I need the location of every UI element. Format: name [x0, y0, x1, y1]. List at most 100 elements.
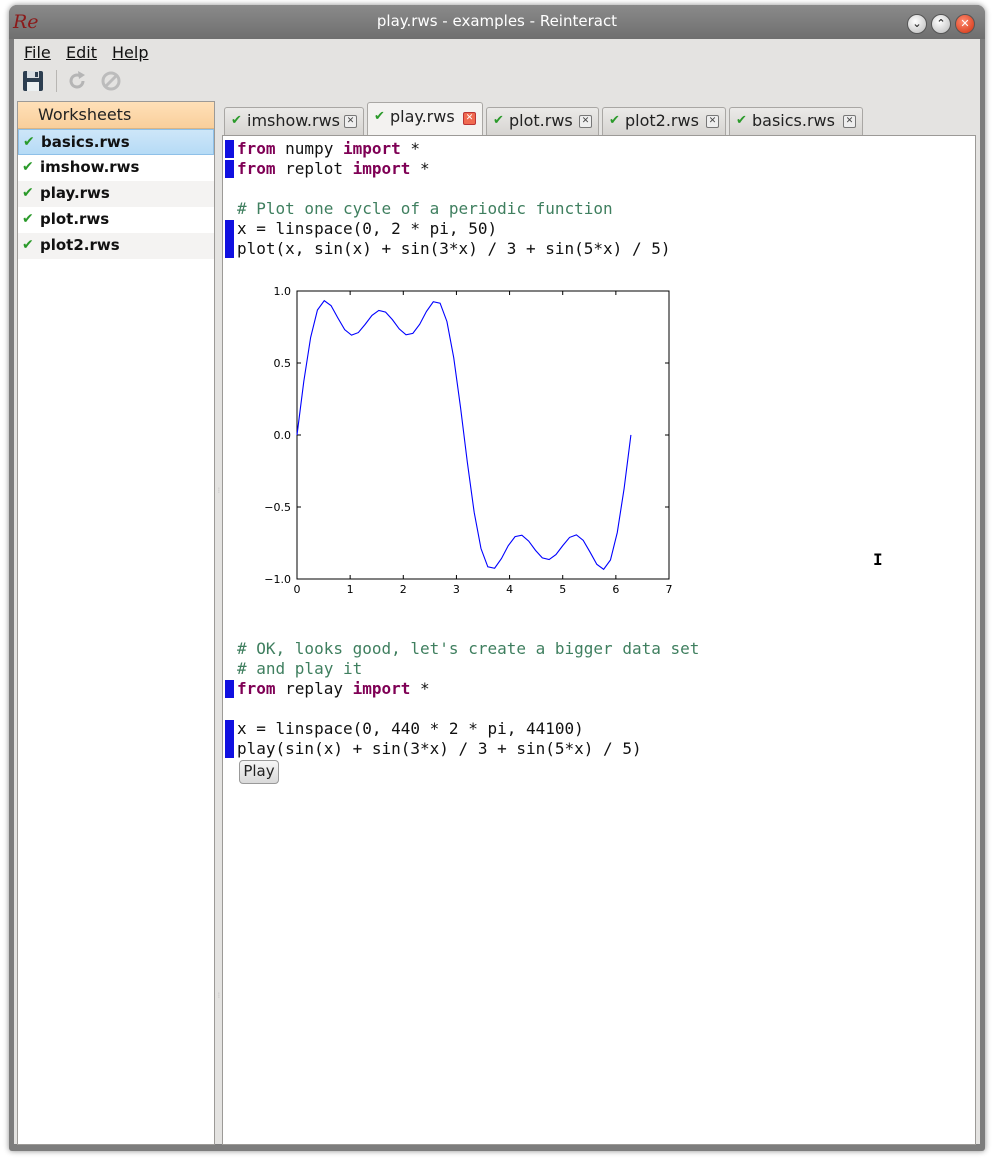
title-bar[interactable]: Re play.rws - examples - Reinteract ⌄ ⌃ … [9, 5, 985, 39]
check-icon: ✔ [22, 185, 34, 201]
play-button[interactable]: Play [239, 760, 279, 784]
statement-marker [225, 140, 234, 158]
code-line[interactable]: from replot import * [237, 159, 430, 179]
window-title: play.rws - examples - Reinteract [376, 12, 618, 30]
keyword: from [237, 139, 276, 158]
code-comment[interactable]: # Plot one cycle of a periodic function [237, 199, 613, 219]
tab-imshow[interactable]: ✔ imshow.rws ✕ [224, 107, 364, 135]
refresh-icon[interactable] [64, 68, 90, 94]
worksheet-item-basics[interactable]: ✔ basics.rws [18, 129, 214, 155]
tab-plot2[interactable]: ✔ plot2.rws ✕ [602, 107, 726, 135]
keyword: import [352, 159, 411, 178]
menu-file-label: File [24, 43, 51, 62]
toolbar [14, 66, 980, 96]
tab-basics[interactable]: ✔ basics.rws ✕ [729, 107, 863, 135]
stop-icon[interactable] [98, 68, 124, 94]
worksheets-panel: Worksheets ✔ basics.rws ✔ imshow.rws ✔ p… [17, 101, 215, 1145]
worksheet-label: play.rws [40, 184, 110, 202]
tab-play[interactable]: ✔ play.rws ✕ [367, 102, 483, 135]
toolbar-separator [56, 70, 57, 92]
x-tick-label: 6 [612, 583, 619, 596]
check-icon: ✔ [609, 113, 620, 128]
close-tab-icon[interactable]: ✕ [344, 115, 357, 128]
code-comment[interactable]: # and play it [237, 659, 362, 679]
maximize-button[interactable]: ⌃ [931, 14, 951, 34]
tab-label: plot2.rws [625, 111, 699, 130]
y-tick-label: 0.5 [274, 357, 292, 370]
x-tick-label: 3 [453, 583, 460, 596]
splitter-handle[interactable]: ⋮ [216, 488, 222, 499]
check-icon: ✔ [22, 159, 34, 175]
code-text: * [410, 679, 430, 698]
worksheet-label: plot.rws [40, 210, 110, 228]
code-line[interactable]: x = linspace(0, 440 * 2 * pi, 44100) [237, 719, 584, 739]
keyword: from [237, 159, 276, 178]
code-comment[interactable]: # OK, looks good, let's create a bigger … [237, 639, 699, 659]
worksheet-label: basics.rws [41, 133, 130, 151]
check-icon: ✔ [374, 109, 385, 124]
worksheet-label: plot2.rws [40, 236, 120, 254]
code-line[interactable]: play(sin(x) + sin(3*x) / 3 + sin(5*x) / … [237, 739, 642, 759]
tab-label: play.rws [390, 107, 455, 126]
y-tick-label: −1.0 [264, 573, 291, 586]
code-text: numpy [275, 139, 343, 158]
close-button[interactable]: ✕ [955, 14, 975, 34]
statement-marker [225, 680, 234, 698]
statement-marker [225, 220, 234, 258]
app-window: Re play.rws - examples - Reinteract ⌄ ⌃ … [9, 5, 985, 1151]
code-text: * [410, 159, 430, 178]
splitter-handle[interactable]: ⋮ [216, 993, 222, 1004]
y-tick-label: −0.5 [264, 501, 291, 514]
check-icon: ✔ [23, 134, 35, 150]
check-icon: ✔ [231, 113, 242, 128]
code-line[interactable]: from numpy import * [237, 139, 420, 159]
x-tick-label: 1 [347, 583, 354, 596]
close-tab-icon[interactable]: ✕ [463, 112, 476, 125]
y-tick-label: 0.0 [274, 429, 292, 442]
worksheet-item-play[interactable]: ✔ play.rws [18, 181, 214, 207]
worksheet-item-plot2[interactable]: ✔ plot2.rws [18, 233, 214, 259]
tab-label: imshow.rws [247, 111, 340, 130]
menu-help-label: Help [112, 43, 149, 62]
text-cursor-icon: I [873, 550, 883, 569]
statement-marker [225, 720, 234, 758]
plot-output: 0 1 2 3 4 5 6 7 −1.0 −0.5 0.0 0.5 1.0 [263, 282, 683, 602]
worksheet-label: imshow.rws [40, 158, 140, 176]
tab-label: basics.rws [752, 111, 835, 130]
x-tick-label: 4 [506, 583, 513, 596]
tab-plot[interactable]: ✔ plot.rws ✕ [486, 107, 599, 135]
close-tab-icon[interactable]: ✕ [579, 115, 592, 128]
window-client: File Edit Help Worksheets ✔ basics.rws ✔… [14, 39, 981, 1145]
worksheet-item-plot[interactable]: ✔ plot.rws [18, 207, 214, 233]
check-icon: ✔ [22, 237, 34, 253]
minimize-button[interactable]: ⌄ [907, 14, 927, 34]
check-icon: ✔ [493, 113, 504, 128]
code-line[interactable]: plot(x, sin(x) + sin(3*x) / 3 + sin(5*x)… [237, 239, 670, 259]
menu-file[interactable]: File [24, 43, 51, 62]
menu-edit[interactable]: Edit [66, 43, 97, 62]
worksheets-header: Worksheets [18, 102, 214, 129]
close-tab-icon[interactable]: ✕ [706, 115, 719, 128]
check-icon: ✔ [22, 211, 34, 227]
x-tick-label: 7 [666, 583, 673, 596]
x-tick-label: 5 [559, 583, 566, 596]
code-text: replay [275, 679, 353, 698]
menu-help[interactable]: Help [112, 43, 148, 62]
menu-bar: File Edit Help [14, 39, 980, 65]
save-icon[interactable] [20, 68, 46, 94]
menu-edit-label: Edit [66, 43, 97, 62]
line-chart: 0 1 2 3 4 5 6 7 −1.0 −0.5 0.0 0.5 1.0 [264, 285, 673, 596]
y-tick-label: 1.0 [274, 285, 292, 298]
code-line[interactable]: x = linspace(0, 2 * pi, 50) [237, 219, 497, 239]
worksheet-item-imshow[interactable]: ✔ imshow.rws [18, 155, 214, 181]
tab-bar: ✔ imshow.rws ✕ ✔ play.rws ✕ ✔ plot.rws ✕… [221, 101, 981, 135]
statement-marker [225, 160, 234, 178]
keyword: import [342, 139, 401, 158]
x-tick-label: 2 [400, 583, 407, 596]
keyword: from [237, 679, 276, 698]
code-text: * [400, 139, 421, 158]
code-text: replot [275, 159, 353, 178]
close-tab-icon[interactable]: ✕ [843, 115, 856, 128]
worksheet-editor[interactable]: from numpy import * from replot import *… [222, 135, 976, 1145]
code-line[interactable]: from replay import * [237, 679, 430, 699]
